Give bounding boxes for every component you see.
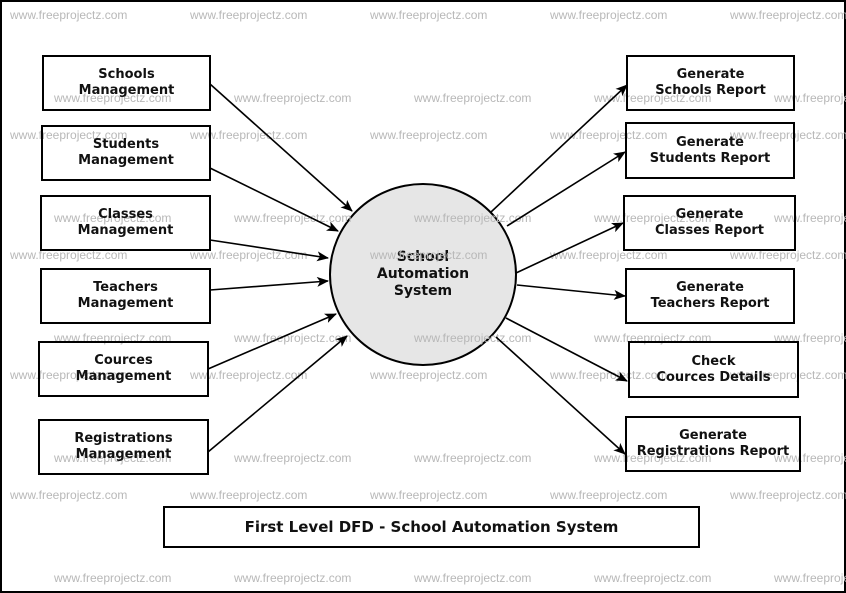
output-label-line2: Teachers Report [650,296,770,311]
output-label-line2: Schools Report [655,83,766,98]
output-box-classes-report: Generate Classes Report [623,195,796,251]
arrow-registrations-report [495,336,626,455]
input-label-line2: Management [75,447,172,462]
arrow-students-report [506,151,626,227]
diagram-title-box: First Level DFD - School Automation Syst… [163,506,700,548]
input-box-registrations-management: Registrations Management [38,419,209,475]
arrow-cources-details [505,317,628,382]
input-label-line2: Management [75,369,172,384]
output-label-line2: Registrations Report [636,444,790,459]
input-box-teachers-management: Teachers Management [40,268,211,324]
output-label-line1: Check [691,353,736,369]
input-label-line1: Students [92,137,160,152]
arrow-classes-report [515,222,624,274]
output-label-line1: Generate [675,207,744,222]
input-label-line2: Management [77,296,174,311]
arrow-students-management [209,167,339,232]
arrow-registrations-management [207,335,348,453]
input-label-line1: Cources [94,353,153,368]
output-label-line2: Classes Report [654,223,764,238]
input-label-line2: Management [78,83,175,98]
output-label-line1: Generate [676,280,744,295]
arrow-teachers-management [209,276,329,291]
arrow-teachers-report [516,284,626,300]
input-box-students-management: Students Management [41,125,211,181]
input-label-line2: Management [78,153,174,168]
output-label-line2: Students Report [649,150,771,166]
diagram-title: First Level DFD - School Automation Syst… [244,518,619,536]
input-box-schools-management: Schools Management [42,55,211,111]
input-label-line2: Management [77,223,174,238]
output-label-line1: Generate [676,67,745,82]
output-label-line1: Generate [676,134,744,150]
output-box-cources-details: Check Cources Details [628,341,799,398]
input-box-classes-management: Classes Management [40,195,211,251]
output-box-students-report: Generate Students Report [625,122,795,179]
output-label-line2: Cources Details [656,369,771,385]
output-box-teachers-report: Generate Teachers Report [625,268,795,324]
input-label-line1: Schools [98,67,155,82]
input-label-line1: Classes [98,207,153,222]
input-label-line1: Registrations [74,431,173,446]
output-box-schools-report: Generate Schools Report [626,55,795,111]
input-label-line1: Teachers [93,280,158,295]
output-label-line1: Generate [679,428,747,443]
arrow-schools-management [209,83,353,212]
arrow-classes-management [209,239,329,262]
input-box-cources-management: Cources Management [38,341,209,397]
output-box-registrations-report: Generate Registrations Report [625,416,801,472]
